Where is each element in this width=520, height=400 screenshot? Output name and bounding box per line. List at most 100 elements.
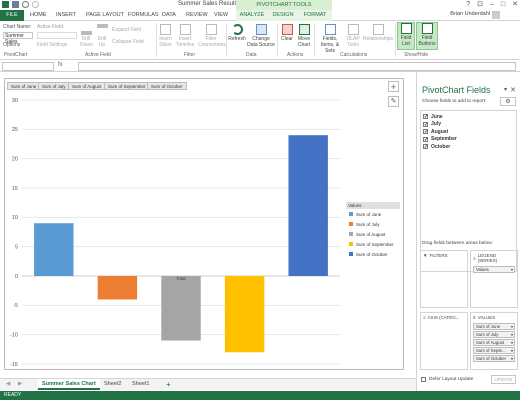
y-tick-label: -5 [13, 303, 18, 309]
filters-label: FILTERS [429, 253, 448, 258]
update-button[interactable]: UPDATE [491, 375, 516, 384]
legend-label: Sum of July [356, 221, 380, 227]
defer-layout-update[interactable]: Defer Layout Update [421, 377, 473, 382]
defer-checkbox[interactable] [421, 377, 426, 382]
close-icon[interactable]: ✕ [512, 0, 518, 9]
legend-swatch [349, 222, 353, 226]
y-tick-label: 15 [12, 186, 18, 192]
y-tick-label: -10 [10, 332, 18, 338]
gear-icon[interactable]: ⚙ [500, 97, 516, 106]
sigma-icon: Σ [473, 315, 476, 320]
legend-label: Sum of September [356, 241, 394, 247]
y-axis: -15 -10 -5 0 5 10 15 20 25 30 [10, 98, 18, 368]
field-buttons-label: Field Buttons [418, 35, 436, 47]
sheet-tab-sheet2[interactable]: Sheet2 [100, 379, 125, 390]
y-tick-label: 30 [12, 98, 18, 104]
field-checkbox[interactable]: ✓ [423, 114, 428, 120]
bar-sum-of-june[interactable] [34, 223, 74, 276]
values-chip[interactable]: Sum of June [473, 323, 515, 330]
window-controls: ? ⊡ – □ ✕ [466, 0, 518, 9]
bar-sum-of-october[interactable] [288, 135, 328, 276]
legend-item[interactable]: Sum of October [346, 249, 400, 259]
sheet-tab-summer-sales-chart[interactable]: Summer Sales Chart [38, 379, 100, 390]
values-chip[interactable]: Sum of October [473, 355, 515, 362]
legend-item[interactable]: Sum of September [346, 239, 400, 249]
legend-chip-values[interactable]: Values [473, 266, 515, 273]
y-tick-label: 5 [15, 244, 18, 250]
next-sheet-icon[interactable]: ▶ [14, 379, 26, 390]
y-tick-label: 0 [15, 274, 18, 280]
defer-label: Defer Layout Update [429, 377, 474, 382]
chart-plot: -15 -10 -5 0 5 10 15 20 25 30 [10, 98, 340, 368]
field-checkbox[interactable]: ✓ [423, 129, 428, 135]
close-pane-icon[interactable]: ✕ [510, 86, 516, 94]
status-bar: READY [0, 391, 520, 400]
y-tick-label: 20 [12, 156, 18, 162]
help-icon[interactable]: ? [466, 0, 470, 9]
legend-label: Sum of August [356, 231, 386, 237]
field-checkbox[interactable]: ✓ [423, 121, 428, 127]
legend-title[interactable]: Values [346, 202, 400, 209]
field-item-september[interactable]: ✓ September [421, 136, 516, 144]
pane-options-icon[interactable]: ▾ [504, 86, 507, 93]
ribbon-display-icon[interactable]: ⊡ [477, 0, 483, 9]
legend-items: Sum of June Sum of July Sum of August Sum o… [346, 209, 400, 259]
legend-icon: ≡ [473, 255, 476, 261]
legend-item[interactable]: Sum of June [346, 209, 400, 219]
pane-subtitle: Choose fields to add to report: [422, 99, 487, 104]
sheet-tabs: ◀ ▶ Summer Sales Chart Sheet2 Sheet1 + [0, 378, 416, 390]
legend-label: Sum of June [356, 211, 382, 217]
legend-swatch [349, 232, 353, 236]
legend-swatch [349, 252, 353, 256]
legend-swatch [349, 242, 353, 246]
values-chip[interactable]: Sum of August [473, 339, 515, 346]
field-label: October [431, 143, 451, 150]
field-checkbox[interactable]: ✓ [423, 136, 428, 142]
values-area[interactable]: ΣVALUES Sum of June Sum of July Sum of A… [470, 312, 518, 370]
legend-label: Sum of October [356, 251, 388, 257]
user-name[interactable]: Brian Underdahl [450, 11, 490, 17]
field-checkbox[interactable]: ✓ [423, 144, 428, 150]
axis-categories-area[interactable]: ≡ AXIS (CATEG... [420, 312, 468, 370]
y-tick-label: -15 [10, 362, 18, 368]
bars [34, 135, 328, 353]
field-label: July [431, 121, 442, 128]
bar-sum-of-august[interactable] [161, 276, 201, 341]
field-label: August [431, 128, 449, 135]
bar-sum-of-july[interactable] [97, 276, 138, 300]
field-list: ✓ June ✓ July ✓ August ✓ September ✓ October [420, 110, 517, 272]
field-item-june[interactable]: ✓ June [421, 113, 516, 121]
field-item-july[interactable]: ✓ July [421, 121, 516, 129]
filters-area[interactable]: ▼ FILTERS [420, 250, 468, 308]
pivotchart-fields-pane: PivotChart Fields ▾ ✕ Choose fields to a… [416, 72, 520, 391]
bar-sum-of-september[interactable] [224, 276, 265, 353]
legend-swatch [349, 212, 353, 216]
category-label: Total [176, 276, 186, 281]
field-buttons-icon [421, 23, 433, 34]
values-chip[interactable]: Sum of July [473, 331, 515, 338]
axis-icon: ≡ [423, 315, 426, 320]
values-chip[interactable]: Sum of Septe... [473, 347, 515, 354]
pane-title: PivotChart Fields [422, 85, 491, 95]
add-sheet-button[interactable]: + [162, 379, 175, 390]
status-ready: READY [4, 392, 22, 398]
legend-item[interactable]: Sum of July [346, 219, 400, 229]
prev-sheet-icon[interactable]: ◀ [2, 379, 14, 390]
field-item-august[interactable]: ✓ August [421, 128, 516, 136]
sheet-tab-sheet1[interactable]: Sheet1 [128, 379, 153, 390]
minimize-icon[interactable]: – [490, 0, 494, 9]
field-label: June [431, 113, 443, 120]
legend-item[interactable]: Sum of August [346, 229, 400, 239]
drag-hint: Drag fields between areas below: [422, 241, 493, 246]
legend-series-area[interactable]: ≡ LEGEND (SERIES) Values [470, 250, 518, 308]
values-label: VALUES [477, 315, 496, 320]
y-tick-label: 10 [12, 215, 18, 221]
filter-icon: ▼ [423, 253, 428, 258]
field-label: September [431, 136, 457, 143]
axis-categories-label: AXIS (CATEG... [427, 315, 460, 320]
avatar[interactable] [492, 11, 500, 19]
maximize-icon[interactable]: □ [501, 0, 505, 9]
field-buttons-button[interactable]: Field Buttons [416, 22, 438, 50]
y-tick-label: 25 [12, 127, 18, 133]
field-item-october[interactable]: ✓ October [421, 143, 516, 151]
